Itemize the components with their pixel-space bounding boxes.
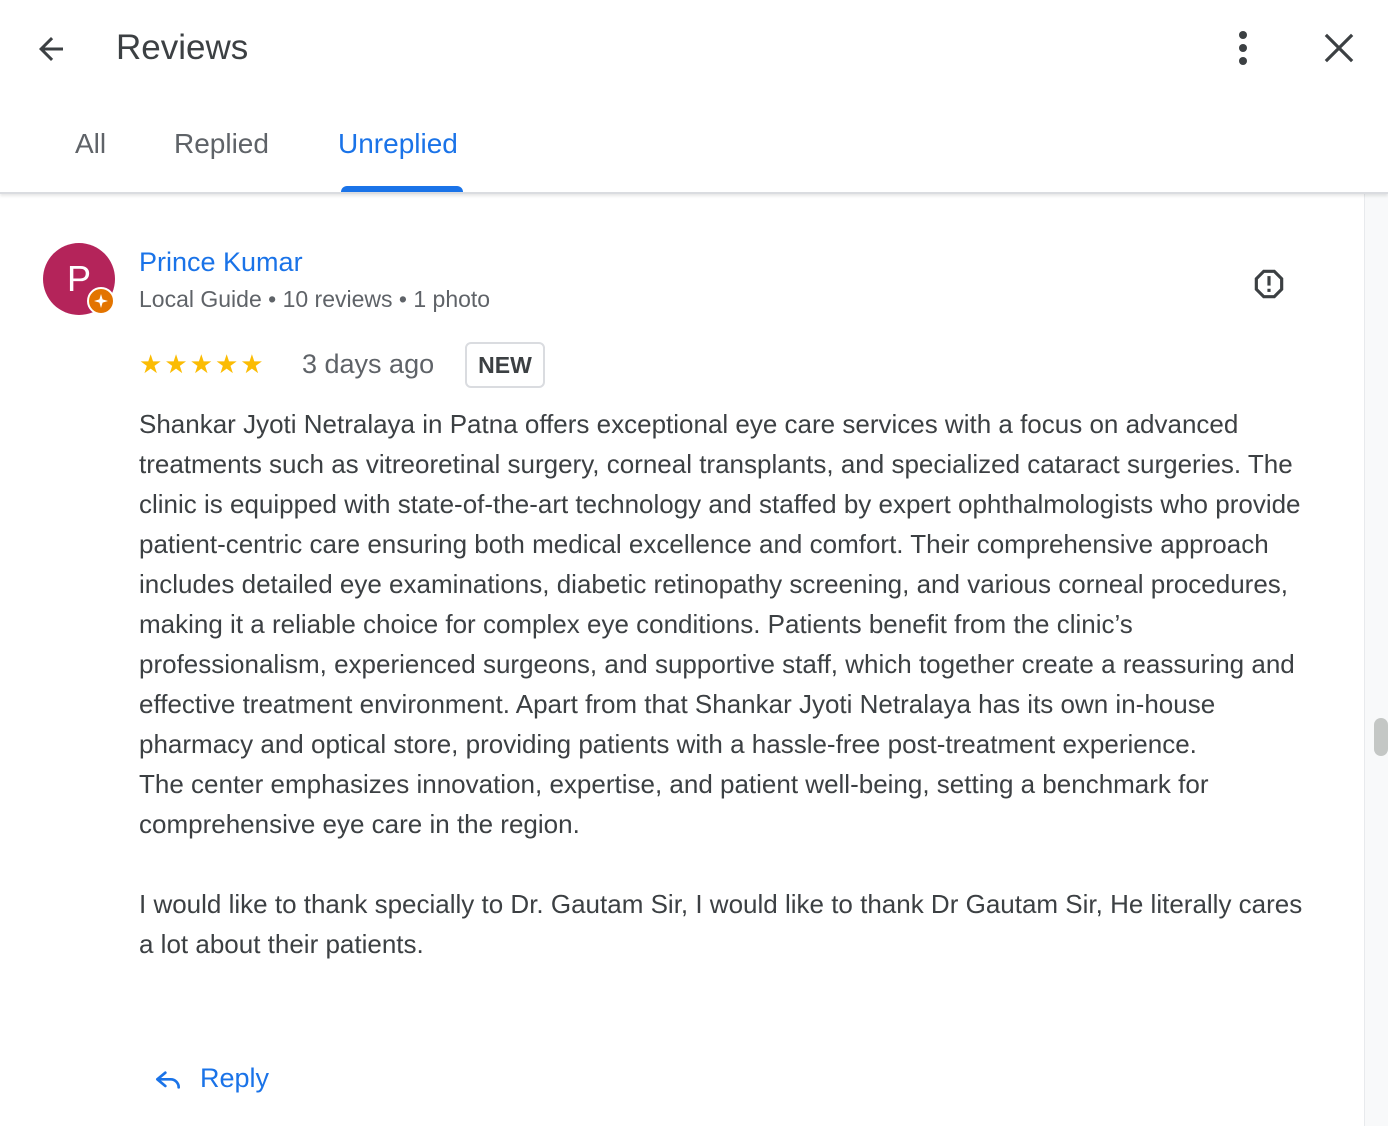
star-icon: ★: [214, 349, 239, 379]
reply-icon: [156, 1071, 180, 1089]
more-vert-icon: [1239, 31, 1247, 65]
arrow-back-icon: [39, 37, 63, 61]
reviewer-meta: Local Guide • 10 reviews • 1 photo: [139, 286, 491, 312]
report-review-button[interactable]: [1246, 261, 1292, 307]
reply-label: Reply: [200, 1062, 270, 1093]
scrollbar-thumb[interactable]: [1374, 718, 1388, 756]
back-button[interactable]: [26, 24, 76, 74]
review-text: Shankar Jyoti Netralaya in Patna offers …: [139, 404, 1314, 964]
review-paragraph: I would like to thank specially to Dr. G…: [139, 889, 1303, 959]
active-tab-indicator: [341, 186, 463, 192]
star-rating: ★ ★ ★ ★ ★: [139, 348, 264, 380]
report-icon: [1254, 269, 1284, 299]
reviewer-name[interactable]: Prince Kumar: [139, 245, 303, 279]
review-paragraph: The center emphasizes innovation, expert…: [139, 769, 1209, 839]
close-button[interactable]: [1314, 24, 1364, 72]
new-badge: NEW: [465, 342, 545, 388]
local-guide-badge-icon: [87, 287, 115, 315]
star-icon: ★: [139, 349, 163, 379]
page-title: Reviews: [116, 28, 249, 67]
reply-button[interactable]: Reply: [152, 1054, 269, 1102]
tab-unreplied[interactable]: Unreplied: [338, 124, 458, 164]
avatar-initial: P: [66, 258, 91, 299]
tab-replied[interactable]: Replied: [174, 124, 269, 164]
reviews-header: Reviews All Replied Unreplied: [0, 0, 1388, 194]
more-options-button[interactable]: [1220, 24, 1266, 72]
review-time: 3 days ago: [302, 349, 435, 379]
star-icon: ★: [240, 349, 264, 379]
tab-all[interactable]: All: [75, 124, 106, 164]
review-paragraph: Shankar Jyoti Netralaya in Patna offers …: [139, 409, 1301, 759]
close-icon: [1324, 33, 1354, 63]
star-icon: ★: [164, 349, 188, 379]
scrollbar-track[interactable]: [1364, 194, 1388, 1126]
star-icon: ★: [189, 349, 213, 379]
